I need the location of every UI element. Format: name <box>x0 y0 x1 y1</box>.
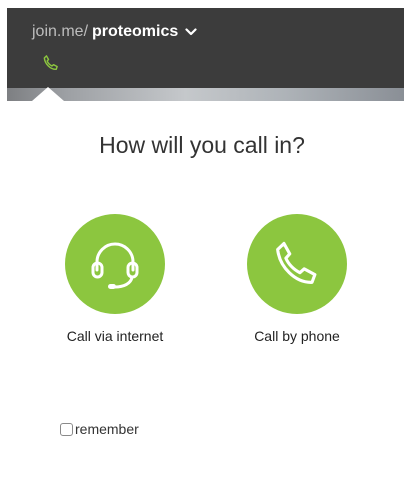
remember-label[interactable]: remember <box>75 421 139 437</box>
dialog-title: How will you call in? <box>99 132 305 158</box>
dialog-pointer <box>32 87 64 101</box>
call-via-internet-circle[interactable] <box>65 214 165 314</box>
phone-icon <box>276 241 317 284</box>
call-by-phone-button[interactable]: Call by phone <box>227 214 367 344</box>
room-prefix: join.me/ <box>32 23 89 40</box>
chevron-down-icon <box>185 28 197 36</box>
background-image-strip <box>7 88 404 101</box>
headset-icon <box>91 242 139 289</box>
call-by-phone-label[interactable]: Call by phone <box>227 328 367 344</box>
remember-option[interactable]: remember <box>60 421 139 437</box>
room-name: proteomics <box>92 23 179 40</box>
remember-checkbox[interactable] <box>60 422 73 436</box>
top-bar: join.me/ proteomics <box>7 8 404 101</box>
call-via-internet-button[interactable]: Call via internet <box>45 214 185 344</box>
phone-icon[interactable] <box>41 53 61 73</box>
call-by-phone-circle[interactable] <box>247 214 347 314</box>
call-via-internet-label[interactable]: Call via internet <box>45 328 185 344</box>
room-selector[interactable]: join.me/ proteomics <box>32 23 197 41</box>
